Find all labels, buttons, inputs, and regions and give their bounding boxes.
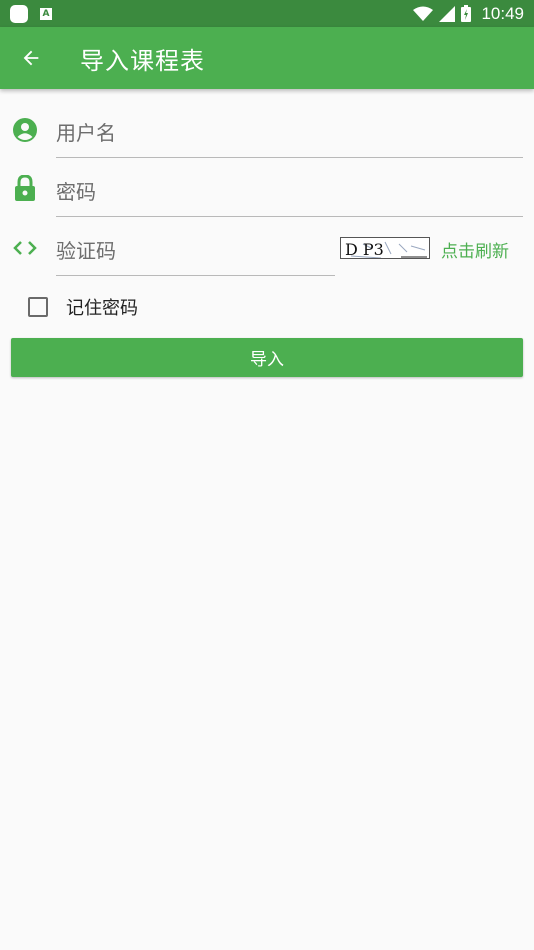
page-title: 导入课程表 — [80, 46, 205, 75]
arrow-left-icon — [23, 50, 39, 66]
status-time: 10:49 — [481, 3, 524, 23]
a-icon: A — [40, 7, 52, 20]
signal-icon — [439, 5, 456, 22]
wifi-icon — [413, 6, 434, 21]
remember-password[interactable]: 记住密码 — [28, 294, 138, 320]
refresh-captcha-link[interactable]: 点击刷新 — [441, 237, 509, 262]
remember-checkbox[interactable] — [28, 297, 48, 317]
app-bar: 导入课程表 — [0, 27, 534, 89]
import-button[interactable]: 导入 — [11, 338, 523, 377]
account-circle-icon — [12, 117, 38, 143]
status-bar: A 10:49 — [0, 0, 534, 27]
username-field[interactable] — [56, 108, 523, 158]
captcha-input[interactable] — [56, 238, 335, 263]
username-input[interactable] — [56, 120, 523, 145]
status-right: 10:49 — [413, 4, 524, 24]
captcha-field[interactable] — [56, 226, 335, 276]
back-button[interactable] — [0, 27, 62, 89]
lock-icon — [12, 175, 38, 201]
password-field[interactable] — [56, 167, 523, 217]
remember-label: 记住密码 — [66, 298, 138, 319]
battery-icon — [461, 5, 472, 22]
code-brackets-icon — [12, 235, 38, 261]
notification-icon — [10, 4, 28, 23]
password-input[interactable] — [56, 179, 523, 204]
captcha-image[interactable]: D P3 — [340, 237, 430, 259]
status-left: A — [10, 4, 52, 23]
captcha-text: D P3 — [345, 240, 384, 259]
